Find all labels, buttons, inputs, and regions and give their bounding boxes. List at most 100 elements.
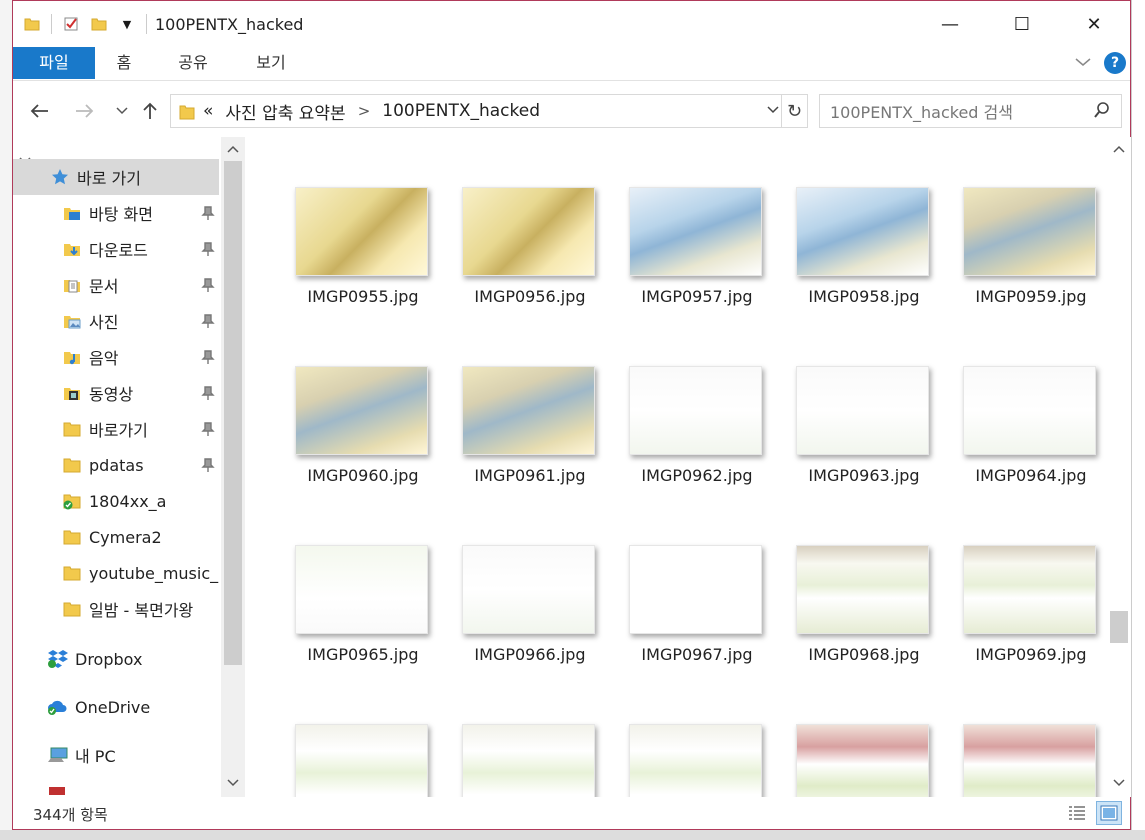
scroll-down-icon[interactable]: [1107, 773, 1131, 793]
file-thumbnail[interactable]: [963, 545, 1096, 634]
file-item[interactable]: IMGP0967.jpg: [613, 495, 763, 664]
search-placeholder: 100PENTX_hacked 검색: [830, 103, 1013, 122]
file-item[interactable]: IMGP0966.jpg: [446, 495, 596, 664]
nav-item-cymera2[interactable]: Cymera2: [13, 519, 219, 555]
file-item[interactable]: IMGP0958.jpg: [780, 137, 930, 306]
file-item[interactable]: [947, 674, 1097, 797]
file-item[interactable]: IMGP0955.jpg: [279, 137, 429, 306]
forward-button[interactable]: [71, 97, 97, 125]
file-name: IMGP0957.jpg: [641, 287, 753, 306]
back-button[interactable]: [27, 97, 53, 125]
nav-item-desktop[interactable]: 바탕 화면: [13, 195, 219, 231]
close-button[interactable]: ✕: [1058, 1, 1130, 47]
scroll-thumb[interactable]: [1110, 611, 1128, 643]
details-view-button[interactable]: [1064, 801, 1090, 825]
breadcrumb-overflow[interactable]: «: [203, 101, 213, 121]
file-thumbnail[interactable]: [796, 187, 929, 276]
nav-item-youtube-music[interactable]: youtube_music_: [13, 555, 219, 591]
folder-icon: [61, 526, 83, 548]
file-thumbnail[interactable]: [963, 366, 1096, 455]
file-thumbnail[interactable]: [295, 545, 428, 634]
nav-item-pdatas[interactable]: pdatas: [13, 447, 219, 483]
breadcrumb-item[interactable]: 100PENTX_hacked: [382, 101, 540, 121]
file-name: IMGP0966.jpg: [474, 645, 586, 664]
file-item[interactable]: IMGP0956.jpg: [446, 137, 596, 306]
nav-item-this-pc[interactable]: 내 PC: [13, 737, 219, 773]
file-item[interactable]: IMGP0969.jpg: [947, 495, 1097, 664]
nav-item-pictures[interactable]: 사진: [13, 303, 219, 339]
file-thumbnail[interactable]: [462, 545, 595, 634]
scroll-up-icon[interactable]: [221, 139, 245, 159]
file-item[interactable]: IMGP0960.jpg: [279, 316, 429, 485]
file-item[interactable]: IMGP0962.jpg: [613, 316, 763, 485]
address-bar[interactable]: « 사진 압축 요약본 > 100PENTX_hacked ↻: [170, 94, 808, 128]
nav-item-downloads[interactable]: 다운로드: [13, 231, 219, 267]
nav-scrollbar[interactable]: [221, 137, 245, 797]
address-dropdown-icon[interactable]: [767, 102, 779, 118]
maximize-button[interactable]: ☐: [986, 1, 1058, 47]
videos-icon: [61, 382, 83, 404]
file-thumbnail[interactable]: [796, 545, 929, 634]
nav-item-documents[interactable]: 문서: [13, 267, 219, 303]
properties-icon[interactable]: [62, 15, 80, 33]
scroll-up-icon[interactable]: [1107, 139, 1131, 159]
file-item[interactable]: IMGP0968.jpg: [780, 495, 930, 664]
file-thumbnail[interactable]: [629, 545, 762, 634]
search-icon[interactable]: [1093, 101, 1111, 123]
scroll-thumb[interactable]: [224, 161, 242, 665]
file-thumbnail[interactable]: [629, 187, 762, 276]
file-thumbnail[interactable]: [963, 724, 1096, 797]
file-item[interactable]: [613, 674, 763, 797]
file-item[interactable]: [279, 674, 429, 797]
file-item[interactable]: IMGP0963.jpg: [780, 316, 930, 485]
nav-item-shortcuts[interactable]: 바로가기: [13, 411, 219, 447]
scroll-down-icon[interactable]: [221, 773, 245, 793]
file-name: IMGP0959.jpg: [975, 287, 1087, 306]
file-item[interactable]: [446, 674, 596, 797]
file-thumbnail[interactable]: [629, 366, 762, 455]
recent-locations-button[interactable]: [109, 97, 135, 125]
minimize-button[interactable]: —: [914, 1, 986, 47]
file-thumbnail[interactable]: [295, 187, 428, 276]
file-thumbnail[interactable]: [462, 366, 595, 455]
background-window-left: [0, 0, 12, 840]
file-item[interactable]: IMGP0957.jpg: [613, 137, 763, 306]
content-scrollbar[interactable]: [1107, 137, 1131, 797]
nav-item-music[interactable]: 음악: [13, 339, 219, 375]
file-thumbnail[interactable]: [295, 366, 428, 455]
nav-item-dropbox[interactable]: Dropbox: [13, 641, 219, 677]
help-button[interactable]: ?: [1104, 52, 1126, 74]
nav-item-1804xx-a[interactable]: 1804xx_a: [13, 483, 219, 519]
expand-ribbon-icon[interactable]: [1074, 54, 1092, 72]
item-count: 344개 항목: [33, 805, 108, 824]
tab-view[interactable]: 보기: [251, 47, 291, 79]
file-thumbnail[interactable]: [629, 724, 762, 797]
large-icons-view-button[interactable]: [1096, 801, 1122, 825]
file-thumbnail[interactable]: [295, 724, 428, 797]
nav-quick-access[interactable]: 바로 가기: [13, 159, 219, 195]
file-thumbnail[interactable]: [462, 724, 595, 797]
breadcrumb-item[interactable]: 사진 압축 요약본: [225, 99, 345, 124]
tab-share[interactable]: 공유: [173, 47, 213, 79]
nav-item-videos[interactable]: 동영상: [13, 375, 219, 411]
pin-icon: [201, 350, 215, 364]
nav-item-ilbam[interactable]: 일밤 - 복면가왕: [13, 591, 219, 627]
tab-home[interactable]: 홈: [109, 47, 139, 79]
refresh-icon[interactable]: ↻: [781, 95, 807, 127]
file-thumbnail[interactable]: [796, 366, 929, 455]
search-input[interactable]: 100PENTX_hacked 검색: [819, 94, 1122, 128]
nav-item-onedrive[interactable]: OneDrive: [13, 689, 219, 725]
customize-dropdown-icon[interactable]: ▼: [118, 15, 136, 33]
file-item[interactable]: IMGP0961.jpg: [446, 316, 596, 485]
file-thumbnail[interactable]: [796, 724, 929, 797]
file-item[interactable]: IMGP0964.jpg: [947, 316, 1097, 485]
file-item[interactable]: IMGP0965.jpg: [279, 495, 429, 664]
file-item[interactable]: IMGP0959.jpg: [947, 137, 1097, 306]
file-item[interactable]: [780, 674, 930, 797]
tab-file[interactable]: 파일: [13, 47, 95, 79]
breadcrumb-separator[interactable]: >: [358, 102, 371, 120]
up-button[interactable]: [137, 97, 163, 125]
file-thumbnail[interactable]: [462, 187, 595, 276]
file-thumbnail[interactable]: [963, 187, 1096, 276]
new-folder-icon[interactable]: [90, 15, 108, 33]
